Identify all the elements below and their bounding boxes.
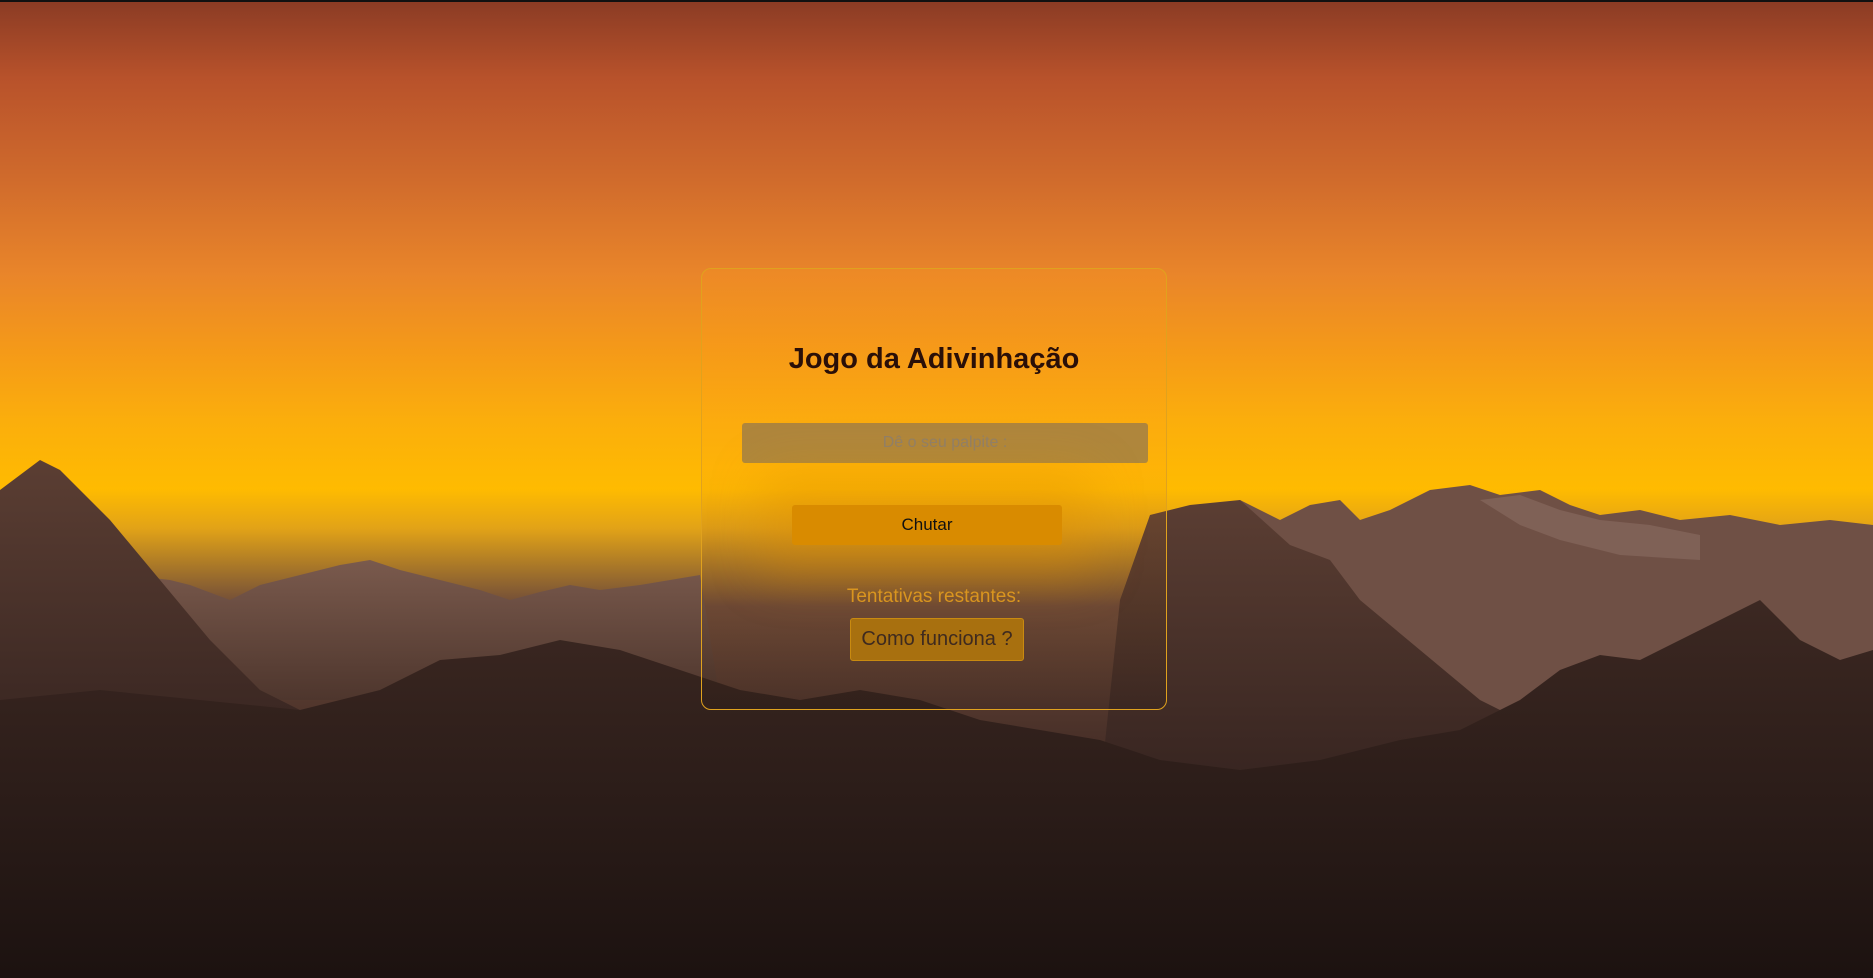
game-card: Jogo da Adivinhação Chutar Tentativas re… [701,268,1167,710]
game-title: Jogo da Adivinhação [788,343,1080,375]
how-it-works-button[interactable]: Como funciona ? [850,618,1024,661]
kick-button[interactable]: Chutar [792,505,1062,545]
guess-input[interactable] [742,423,1148,463]
attempts-remaining-label: Tentativas restantes: [846,586,1022,607]
